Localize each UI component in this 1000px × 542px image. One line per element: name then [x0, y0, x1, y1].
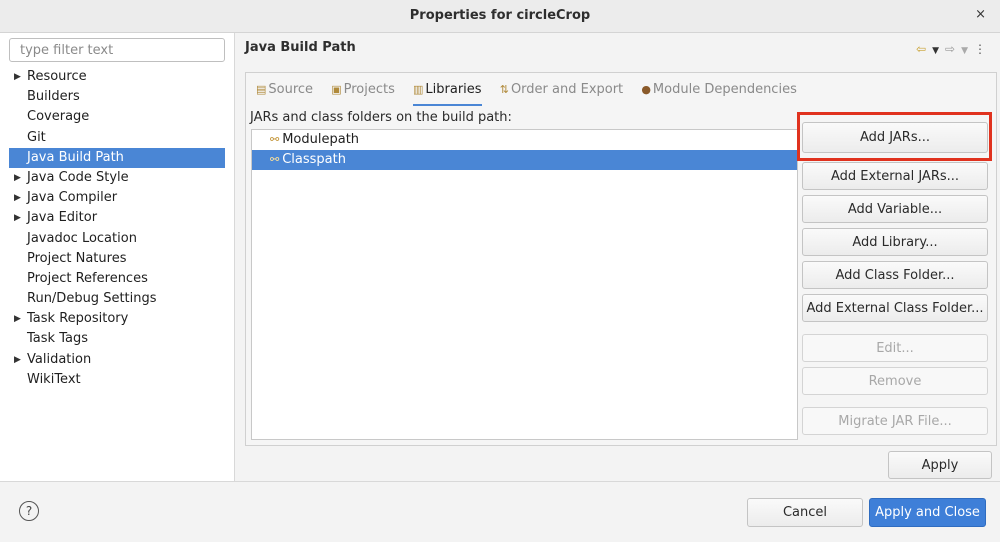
tab-label: Order and Export	[510, 82, 624, 97]
tab-label: Module Dependencies	[652, 82, 797, 97]
sidebar-item-label: WikiText	[27, 371, 81, 387]
sidebar-item-label: Git	[27, 129, 46, 145]
sidebar-item-run-debug-settings[interactable]: Run/Debug Settings	[9, 289, 225, 309]
tab-label: Source	[268, 82, 314, 97]
sidebar: ▶ Resource Builders Coverage Git Java Bui…	[0, 33, 235, 481]
sidebar-item-label: Java Code Style	[27, 169, 129, 185]
tab-libraries[interactable]: ▥ Libraries	[413, 79, 482, 106]
sidebar-item-label: Project Natures	[27, 250, 127, 266]
sidebar-item-label: Resource	[27, 69, 87, 84]
library-container-icon: ⚯	[270, 133, 280, 146]
sidebar-item-javadoc-location[interactable]: Javadoc Location	[9, 229, 225, 249]
back-arrow-icon[interactable]: ⇦	[916, 42, 926, 56]
list-item-classpath[interactable]: ⚯ Classpath	[252, 150, 797, 170]
sidebar-item-label: Run/Debug Settings	[27, 291, 157, 307]
window-title: Properties for circleCrop	[409, 8, 591, 23]
remove-button[interactable]: Remove	[802, 367, 988, 395]
sidebar-item-java-editor[interactable]: ▶ Java Editor	[9, 208, 225, 228]
sidebar-item-label: Java Compiler	[27, 190, 118, 206]
chevron-down-icon[interactable]: ▼	[961, 46, 968, 56]
sidebar-item-coverage[interactable]: Coverage	[9, 107, 225, 127]
dialog-footer: ? Cancel Apply and Close	[0, 481, 1000, 542]
sidebar-item-resource[interactable]: ▶ Resource	[9, 67, 225, 87]
list-item-label: Classpath	[282, 152, 346, 167]
module-icon: ●	[641, 83, 651, 96]
tab-label: Projects	[343, 82, 395, 97]
chevron-right-icon[interactable]: ▶	[14, 188, 21, 208]
sidebar-item-label: Java Build Path	[27, 149, 124, 165]
build-path-tabs: ▤ Source ▣ Projects ▥ Libraries ⇅ Order and …	[245, 72, 997, 446]
sidebar-item-label: Coverage	[27, 109, 90, 125]
sidebar-item-label: Builders	[27, 89, 80, 105]
sidebar-item-task-tags[interactable]: Task Tags	[9, 329, 225, 349]
chevron-right-icon[interactable]: ▶	[14, 208, 21, 228]
sidebar-item-label: Javadoc Location	[27, 230, 137, 246]
add-jars-button[interactable]: Add JARs...	[802, 122, 988, 153]
sidebar-item-java-code-style[interactable]: ▶ Java Code Style	[9, 168, 225, 188]
add-variable-button[interactable]: Add Variable...	[802, 195, 988, 223]
forward-arrow-icon[interactable]: ⇨	[945, 42, 955, 56]
chevron-right-icon[interactable]: ▶	[14, 350, 21, 370]
chevron-right-icon[interactable]: ▶	[14, 309, 21, 329]
chevron-right-icon[interactable]: ▶	[14, 67, 21, 87]
apply-and-close-button[interactable]: Apply and Close	[869, 498, 986, 527]
sidebar-item-label: Task Tags	[27, 331, 88, 347]
sidebar-item-wikitext[interactable]: WikiText	[9, 370, 225, 390]
sidebar-item-project-natures[interactable]: Project Natures	[9, 249, 225, 269]
sidebar-item-label: Java Editor	[27, 210, 98, 226]
tab-module-dependencies[interactable]: ● Module Dependencies	[641, 79, 797, 104]
close-icon[interactable]: ×	[975, 7, 986, 22]
sidebar-item-java-compiler[interactable]: ▶ Java Compiler	[9, 188, 225, 208]
property-tree: ▶ Resource Builders Coverage Git Java Bui…	[9, 67, 225, 390]
sidebar-item-task-repository[interactable]: ▶ Task Repository	[9, 309, 225, 329]
tab-projects[interactable]: ▣ Projects	[331, 79, 395, 104]
list-item-modulepath[interactable]: ⚯ Modulepath	[252, 130, 797, 150]
filter-input[interactable]	[9, 38, 225, 62]
cancel-button[interactable]: Cancel	[747, 498, 863, 527]
navigation-buttons: ⇦ ▼ ⇨ ▼ ⋮	[910, 42, 986, 56]
build-path-list[interactable]: ⚯ Modulepath ⚯ Classpath	[251, 129, 798, 440]
tab-source[interactable]: ▤ Source	[256, 79, 313, 104]
add-library-button[interactable]: Add Library...	[802, 228, 988, 256]
sidebar-item-java-build-path[interactable]: Java Build Path	[9, 147, 225, 168]
projects-icon: ▣	[331, 83, 342, 96]
source-folder-icon: ▤	[256, 83, 267, 96]
order-export-icon: ⇅	[499, 83, 509, 96]
title-bar: Properties for circleCrop ×	[0, 0, 1000, 33]
tab-order-and-export[interactable]: ⇅ Order and Export	[500, 79, 623, 104]
sidebar-item-validation[interactable]: ▶ Validation	[9, 350, 225, 370]
tab-label: Libraries	[425, 82, 482, 97]
sidebar-item-project-references[interactable]: Project References	[9, 269, 225, 289]
sidebar-item-label: Project References	[27, 270, 148, 286]
library-container-icon: ⚯	[270, 153, 280, 166]
chevron-down-icon[interactable]: ▼	[932, 46, 939, 56]
list-item-label: Modulepath	[282, 132, 360, 147]
add-external-class-folder-button[interactable]: Add External Class Folder...	[802, 294, 988, 322]
chevron-right-icon[interactable]: ▶	[14, 168, 21, 188]
sidebar-item-git[interactable]: Git	[9, 128, 225, 148]
page-title: Java Build Path	[245, 40, 356, 55]
edit-button[interactable]: Edit...	[802, 334, 988, 362]
sidebar-item-builders[interactable]: Builders	[9, 87, 225, 107]
main-panel: Java Build Path ⇦ ▼ ⇨ ▼ ⋮ ▤ Source ▣ Projects …	[235, 33, 1000, 481]
add-class-folder-button[interactable]: Add Class Folder...	[802, 261, 988, 289]
build-path-label: JARs and class folders on the build path…	[250, 110, 512, 125]
tab-bar: ▤ Source ▣ Projects ▥ Libraries ⇅ Order and …	[256, 79, 811, 106]
migrate-jar-button[interactable]: Migrate JAR File...	[802, 407, 988, 435]
add-external-jars-button[interactable]: Add External JARs...	[802, 162, 988, 190]
help-icon[interactable]: ?	[19, 501, 39, 521]
sidebar-item-label: Task Repository	[27, 311, 129, 327]
sidebar-item-label: Validation	[27, 351, 92, 367]
more-menu-icon[interactable]: ⋮	[974, 42, 986, 56]
libraries-icon: ▥	[413, 83, 424, 96]
apply-button[interactable]: Apply	[888, 451, 992, 479]
